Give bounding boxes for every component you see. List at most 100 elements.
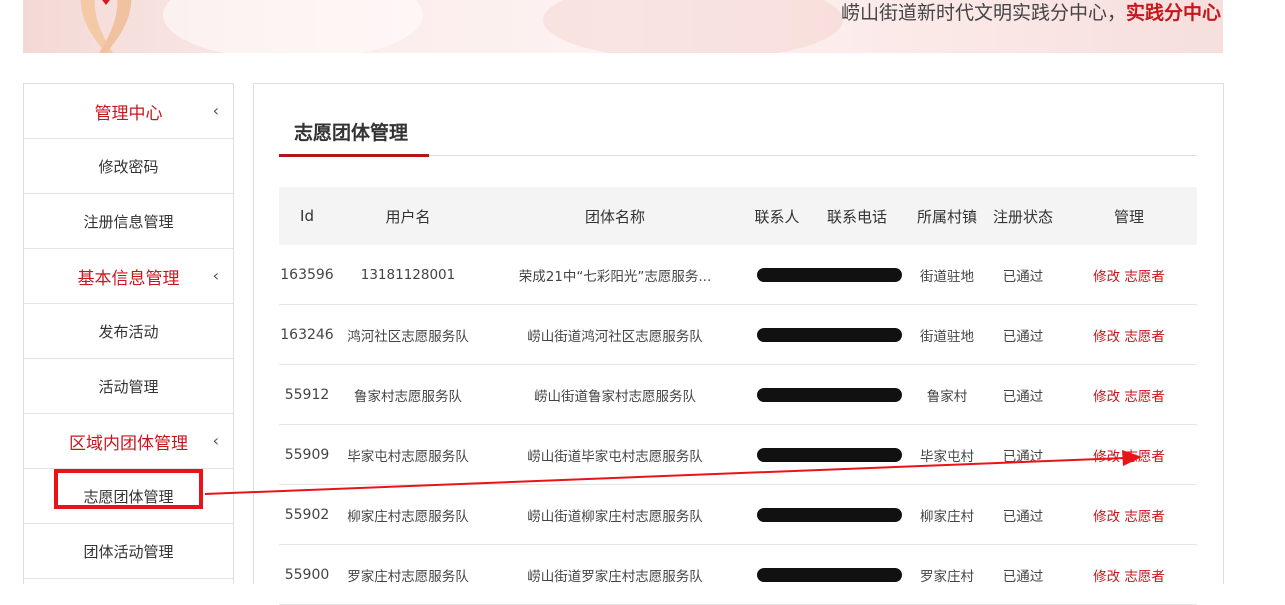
cell-username: 13181128001	[335, 245, 481, 305]
cell-village: 毕家屯村	[909, 424, 985, 485]
cell-village: 柳家庄村	[909, 484, 985, 545]
cell-id: 55909	[279, 424, 335, 485]
column-header-username: 用户名	[385, 207, 431, 226]
sidebar-item-activity-management[interactable]: 活动管理	[24, 359, 233, 414]
redaction-mark	[756, 447, 902, 462]
sidebar-item-label: 发布活动	[98, 322, 159, 341]
cell-status: 已通过	[985, 424, 1061, 485]
sidebar-item-change-password[interactable]: 修改密码	[24, 139, 233, 194]
column-header-id: Id	[300, 207, 314, 225]
volunteers-link[interactable]: 志愿者	[1124, 569, 1165, 585]
sidebar-item-publish-activity[interactable]: 发布活动	[24, 304, 233, 359]
edit-link[interactable]: 修改	[1093, 509, 1120, 525]
redaction-mark	[756, 327, 902, 342]
edit-link[interactable]: 修改	[1093, 329, 1120, 345]
redacted-contact	[749, 304, 909, 365]
cell-actions: 修改 志愿者	[1061, 484, 1197, 545]
cell-group-name: 崂山街道毕家屯村志愿服务队	[481, 424, 749, 485]
sidebar-item-registration-info[interactable]: 注册信息管理	[24, 194, 233, 249]
redacted-contact	[749, 484, 909, 545]
banner-decoration	[163, 0, 423, 53]
cell-group-name: 崂山街道柳家庄村志愿服务队	[481, 484, 749, 545]
sidebar-item-label: 活动管理	[98, 377, 159, 396]
volunteers-link[interactable]: 志愿者	[1124, 329, 1165, 345]
volunteers-link[interactable]: 志愿者	[1124, 389, 1165, 405]
redacted-contact	[749, 364, 909, 425]
sidebar-group-basic-info[interactable]: 基本信息管理 ‹	[24, 249, 233, 304]
edit-link[interactable]: 修改	[1093, 389, 1120, 405]
column-header-status: 注册状态	[992, 207, 1053, 226]
cell-village: 街道驻地	[909, 245, 985, 305]
sidebar-item-label: 修改密码	[98, 157, 159, 176]
redacted-contact	[749, 544, 909, 605]
cell-group-name: 崂山街道罗家庄村志愿服务队	[481, 544, 749, 605]
cell-id: 55912	[279, 364, 335, 425]
redaction-mark	[756, 267, 902, 282]
sidebar-item-label: 管理中心	[94, 103, 163, 124]
cell-username: 罗家庄村志愿服务队	[335, 544, 481, 605]
cell-status: 已通过	[985, 304, 1061, 365]
sidebar-item-label: 区域内团体管理	[69, 433, 188, 454]
redacted-contact	[749, 245, 909, 305]
column-header-group-name: 团体名称	[584, 207, 645, 226]
volunteer-groups-table: Id 用户名 团体名称 联系人 联系电话 所属村镇 注册状态 管理 163596…	[279, 187, 1197, 605]
banner-decoration	[543, 0, 843, 53]
volunteers-link[interactable]: 志愿者	[1124, 449, 1165, 465]
cell-village: 街道驻地	[909, 304, 985, 365]
cell-username: 毕家屯村志愿服务队	[335, 424, 481, 485]
table-row: 55912 鲁家村志愿服务队 崂山街道鲁家村志愿服务队 鲁家村 已通过 修改 志…	[279, 364, 1197, 425]
cell-actions: 修改 志愿者	[1061, 245, 1197, 305]
table-row: 55900 罗家庄村志愿服务队 崂山街道罗家庄村志愿服务队 罗家庄村 已通过 修…	[279, 544, 1197, 605]
column-header-village: 所属村镇	[916, 207, 977, 226]
cell-village: 罗家庄村	[909, 544, 985, 605]
volunteers-link[interactable]: 志愿者	[1124, 509, 1165, 525]
hands-heart-logo-icon	[80, 0, 132, 53]
column-header-phone: 联系电话	[826, 207, 887, 226]
column-header-contact: 联系人	[754, 207, 800, 226]
cell-group-name: 崂山街道鲁家村志愿服务队	[481, 364, 749, 425]
column-header-manage: 管理	[1113, 207, 1144, 226]
sidebar-item-group-activities[interactable]: 团体活动管理	[24, 524, 233, 579]
cell-username: 鸿河社区志愿服务队	[335, 304, 481, 365]
sidebar-item-label: 团体活动管理	[83, 542, 174, 561]
cell-village: 鲁家村	[909, 364, 985, 425]
cell-status: 已通过	[985, 484, 1061, 545]
sidebar-group-regional-groups[interactable]: 区域内团体管理 ‹	[24, 414, 233, 469]
annotation-highlight-box	[54, 469, 203, 509]
main-panel: 志愿团体管理 Id 用户名 团体名称 联系人 联系电话 所属村镇 注册状态 管理…	[253, 83, 1224, 605]
table-row: 55909 毕家屯村志愿服务队 崂山街道毕家屯村志愿服务队 毕家屯村 已通过 修…	[279, 424, 1197, 485]
cell-actions: 修改 志愿者	[1061, 304, 1197, 365]
cell-actions: 修改 志愿者	[1061, 544, 1197, 605]
cell-status: 已通过	[985, 364, 1061, 425]
volunteers-link[interactable]: 志愿者	[1124, 269, 1165, 285]
cell-actions: 修改 志愿者	[1061, 424, 1197, 485]
cell-actions: 修改 志愿者	[1061, 364, 1197, 425]
redaction-mark	[756, 507, 902, 522]
chevron-left-icon: ‹	[212, 266, 219, 286]
chevron-left-icon: ‹	[212, 101, 219, 121]
cell-group-name: 崂山街道鸿河社区志愿服务队	[481, 304, 749, 365]
table-row: 163246 鸿河社区志愿服务队 崂山街道鸿河社区志愿服务队 街道驻地 已通过 …	[279, 304, 1197, 365]
cell-status: 已通过	[985, 245, 1061, 305]
table-row: 55902 柳家庄村志愿服务队 崂山街道柳家庄村志愿服务队 柳家庄村 已通过 修…	[279, 484, 1197, 545]
sidebar-group-management-center[interactable]: 管理中心 ‹	[24, 84, 233, 139]
banner-title-accent: 实践分中心	[1125, 2, 1221, 24]
cell-username: 柳家庄村志愿服务队	[335, 484, 481, 545]
banner-title: 崂山街道新时代文明实践分中心，实践分中心	[840, 2, 1221, 24]
cell-id: 55900	[279, 544, 335, 605]
sidebar-item-label: 基本信息管理	[77, 268, 180, 289]
redacted-contact	[749, 424, 909, 485]
redaction-mark	[756, 387, 902, 402]
edit-link[interactable]: 修改	[1093, 449, 1120, 465]
cell-id: 55902	[279, 484, 335, 545]
redaction-mark	[756, 567, 902, 582]
edit-link[interactable]: 修改	[1093, 569, 1120, 585]
chevron-left-icon: ‹	[212, 431, 219, 451]
table-header-row: Id 用户名 团体名称 联系人 联系电话 所属村镇 注册状态 管理	[279, 187, 1197, 245]
cell-id: 163596	[279, 245, 335, 305]
cell-id: 163246	[279, 304, 335, 365]
cell-username: 鲁家村志愿服务队	[335, 364, 481, 425]
page-title: 志愿团体管理	[294, 122, 409, 144]
table-row: 163596 13181128001 荣成21中“七彩阳光”志愿服务... 街道…	[279, 245, 1197, 305]
edit-link[interactable]: 修改	[1093, 269, 1120, 285]
